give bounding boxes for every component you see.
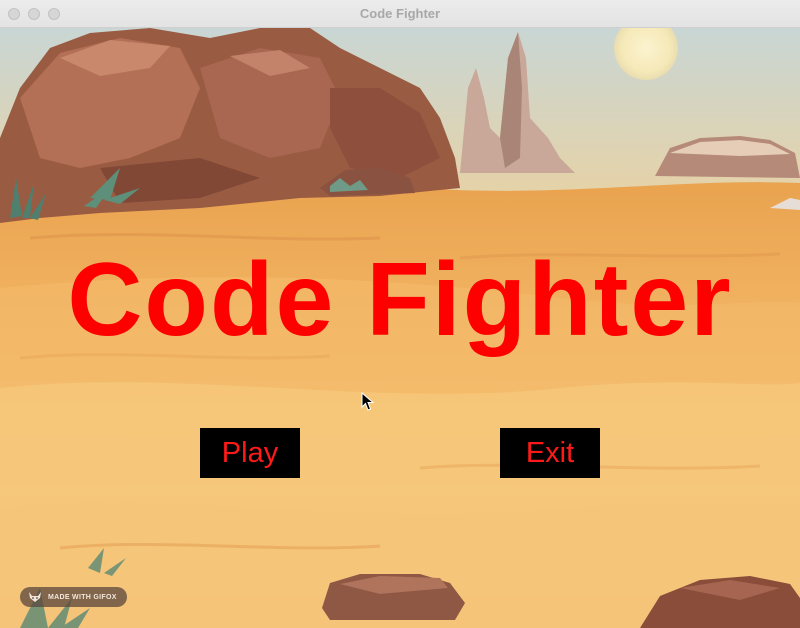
play-button[interactable]: Play [200, 428, 300, 478]
game-title: Code Fighter [67, 242, 733, 358]
title-bar[interactable]: Code Fighter [0, 0, 800, 28]
game-window: Code Fighter Code Fighter Play Exit MADE… [0, 0, 800, 628]
watermark-text: MADE WITH GIFOX [48, 593, 117, 601]
game-canvas[interactable]: Code Fighter Play Exit MADE WITH GIFOX [0, 28, 800, 628]
gifox-watermark: MADE WITH GIFOX [20, 587, 127, 607]
fox-icon [29, 592, 41, 602]
exit-button[interactable]: Exit [500, 428, 600, 478]
mouse-cursor-icon [361, 392, 375, 411]
window-title: Code Fighter [359, 6, 441, 21]
